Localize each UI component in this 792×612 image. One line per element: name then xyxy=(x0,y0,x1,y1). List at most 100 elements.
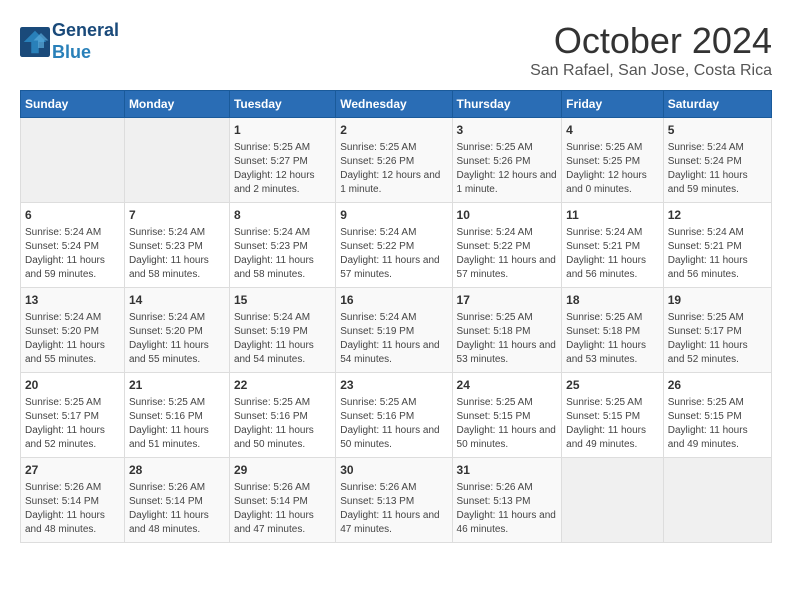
day-number: 7 xyxy=(129,207,225,224)
weekday-header: Wednesday xyxy=(336,91,452,118)
calendar-cell: 2Sunrise: 5:25 AMSunset: 5:26 PMDaylight… xyxy=(336,118,452,203)
calendar-cell: 9 Sunrise: 5:24 AMSunset: 5:22 PMDaylight… xyxy=(336,203,452,288)
day-info: Sunrise: 5:24 AMSunset: 5:22 PMDaylight:… xyxy=(340,226,447,282)
logo-icon xyxy=(20,27,50,57)
day-number: 27 xyxy=(25,462,120,479)
day-number: 20 xyxy=(25,377,120,394)
day-number: 2 xyxy=(340,122,447,139)
day-info: Sunrise: 5:26 AMSunset: 5:14 PMDaylight:… xyxy=(25,481,120,537)
calendar-cell: 13 Sunrise: 5:24 AMSunset: 5:20 PMDayligh… xyxy=(21,288,125,373)
day-number: 29 xyxy=(234,462,331,479)
calendar-cell: 11Sunrise: 5:24 AMSunset: 5:21 PMDayligh… xyxy=(562,203,664,288)
weekday-header: Sunday xyxy=(21,91,125,118)
calendar-cell: 21 Sunrise: 5:25 AMSunset: 5:16 PMDayligh… xyxy=(124,373,229,458)
day-info: Sunrise: 5:25 AMSunset: 5:17 PMDaylight:… xyxy=(668,311,767,367)
day-info: Sunrise: 5:26 AMSunset: 5:13 PMDaylight:… xyxy=(457,481,558,537)
calendar-cell: 20 Sunrise: 5:25 AMSunset: 5:17 PMDayligh… xyxy=(21,373,125,458)
day-info: Sunrise: 5:24 AMSunset: 5:24 PMDaylight:… xyxy=(25,226,120,282)
day-number: 22 xyxy=(234,377,331,394)
calendar-cell: 27 Sunrise: 5:26 AMSunset: 5:14 PMDayligh… xyxy=(21,458,125,543)
weekday-header: Thursday xyxy=(452,91,562,118)
day-info: Sunrise: 5:24 AMSunset: 5:20 PMDaylight:… xyxy=(25,311,120,367)
weekday-header: Friday xyxy=(562,91,664,118)
calendar-cell: 17Sunrise: 5:25 AMSunset: 5:18 PMDayligh… xyxy=(452,288,562,373)
calendar-cell xyxy=(663,458,771,543)
day-info: Sunrise: 5:24 AMSunset: 5:23 PMDaylight:… xyxy=(129,226,225,282)
day-info: Sunrise: 5:25 AMSunset: 5:15 PMDaylight:… xyxy=(457,396,558,452)
day-info: Sunrise: 5:25 AMSunset: 5:25 PMDaylight:… xyxy=(566,141,659,197)
weekday-header: Tuesday xyxy=(229,91,335,118)
calendar-cell: 14 Sunrise: 5:24 AMSunset: 5:20 PMDayligh… xyxy=(124,288,229,373)
calendar-table: SundayMondayTuesdayWednesdayThursdayFrid… xyxy=(20,90,772,543)
calendar-cell: 18Sunrise: 5:25 AMSunset: 5:18 PMDayligh… xyxy=(562,288,664,373)
day-number: 3 xyxy=(457,122,558,139)
day-info: Sunrise: 5:25 AMSunset: 5:17 PMDaylight:… xyxy=(25,396,120,452)
day-info: Sunrise: 5:25 AMSunset: 5:15 PMDaylight:… xyxy=(566,396,659,452)
day-number: 6 xyxy=(25,207,120,224)
location-subtitle: San Rafael, San Jose, Costa Rica xyxy=(530,62,772,80)
calendar-cell: 6 Sunrise: 5:24 AMSunset: 5:24 PMDaylight… xyxy=(21,203,125,288)
day-number: 11 xyxy=(566,207,659,224)
day-info: Sunrise: 5:24 AMSunset: 5:22 PMDaylight:… xyxy=(457,226,558,282)
weekday-header: Monday xyxy=(124,91,229,118)
day-number: 14 xyxy=(129,292,225,309)
calendar-cell: 31 Sunrise: 5:26 AMSunset: 5:13 PMDayligh… xyxy=(452,458,562,543)
day-info: Sunrise: 5:24 AMSunset: 5:19 PMDaylight:… xyxy=(234,311,331,367)
calendar-cell: 16 Sunrise: 5:24 AMSunset: 5:19 PMDayligh… xyxy=(336,288,452,373)
logo-text: General Blue xyxy=(52,20,119,63)
calendar-cell: 22 Sunrise: 5:25 AMSunset: 5:16 PMDayligh… xyxy=(229,373,335,458)
day-info: Sunrise: 5:25 AMSunset: 5:15 PMDaylight:… xyxy=(668,396,767,452)
calendar-week-row: 1Sunrise: 5:25 AMSunset: 5:27 PMDaylight… xyxy=(21,118,772,203)
day-info: Sunrise: 5:24 AMSunset: 5:24 PMDaylight:… xyxy=(668,141,767,197)
day-number: 9 xyxy=(340,207,447,224)
day-info: Sunrise: 5:26 AMSunset: 5:14 PMDaylight:… xyxy=(234,481,331,537)
calendar-cell xyxy=(21,118,125,203)
day-info: Sunrise: 5:25 AMSunset: 5:16 PMDaylight:… xyxy=(234,396,331,452)
day-info: Sunrise: 5:24 AMSunset: 5:20 PMDaylight:… xyxy=(129,311,225,367)
day-number: 21 xyxy=(129,377,225,394)
day-number: 30 xyxy=(340,462,447,479)
title-block: October 2024 San Rafael, San Jose, Costa… xyxy=(530,20,772,80)
day-info: Sunrise: 5:24 AMSunset: 5:23 PMDaylight:… xyxy=(234,226,331,282)
day-number: 15 xyxy=(234,292,331,309)
day-number: 19 xyxy=(668,292,767,309)
page-header: General Blue October 2024 San Rafael, Sa… xyxy=(20,20,772,80)
day-number: 13 xyxy=(25,292,120,309)
calendar-cell: 7 Sunrise: 5:24 AMSunset: 5:23 PMDaylight… xyxy=(124,203,229,288)
calendar-cell: 12Sunrise: 5:24 AMSunset: 5:21 PMDayligh… xyxy=(663,203,771,288)
calendar-week-row: 6 Sunrise: 5:24 AMSunset: 5:24 PMDaylight… xyxy=(21,203,772,288)
day-info: Sunrise: 5:25 AMSunset: 5:26 PMDaylight:… xyxy=(457,141,558,197)
day-info: Sunrise: 5:25 AMSunset: 5:16 PMDaylight:… xyxy=(129,396,225,452)
day-number: 31 xyxy=(457,462,558,479)
calendar-week-row: 20 Sunrise: 5:25 AMSunset: 5:17 PMDayligh… xyxy=(21,373,772,458)
day-number: 24 xyxy=(457,377,558,394)
calendar-cell: 4 Sunrise: 5:25 AMSunset: 5:25 PMDaylight… xyxy=(562,118,664,203)
weekday-header: Saturday xyxy=(663,91,771,118)
day-number: 8 xyxy=(234,207,331,224)
calendar-cell: 5Sunrise: 5:24 AMSunset: 5:24 PMDaylight… xyxy=(663,118,771,203)
calendar-week-row: 13 Sunrise: 5:24 AMSunset: 5:20 PMDayligh… xyxy=(21,288,772,373)
day-number: 28 xyxy=(129,462,225,479)
day-number: 26 xyxy=(668,377,767,394)
day-info: Sunrise: 5:24 AMSunset: 5:19 PMDaylight:… xyxy=(340,311,447,367)
calendar-cell: 26 Sunrise: 5:25 AMSunset: 5:15 PMDayligh… xyxy=(663,373,771,458)
calendar-cell: 8 Sunrise: 5:24 AMSunset: 5:23 PMDaylight… xyxy=(229,203,335,288)
calendar-cell: 10Sunrise: 5:24 AMSunset: 5:22 PMDayligh… xyxy=(452,203,562,288)
month-title: October 2024 xyxy=(530,20,772,62)
calendar-cell: 19 Sunrise: 5:25 AMSunset: 5:17 PMDayligh… xyxy=(663,288,771,373)
calendar-cell: 30 Sunrise: 5:26 AMSunset: 5:13 PMDayligh… xyxy=(336,458,452,543)
day-info: Sunrise: 5:26 AMSunset: 5:14 PMDaylight:… xyxy=(129,481,225,537)
day-number: 4 xyxy=(566,122,659,139)
day-info: Sunrise: 5:25 AMSunset: 5:27 PMDaylight:… xyxy=(234,141,331,197)
calendar-cell: 23 Sunrise: 5:25 AMSunset: 5:16 PMDayligh… xyxy=(336,373,452,458)
day-number: 16 xyxy=(340,292,447,309)
day-number: 23 xyxy=(340,377,447,394)
day-info: Sunrise: 5:26 AMSunset: 5:13 PMDaylight:… xyxy=(340,481,447,537)
calendar-week-row: 27 Sunrise: 5:26 AMSunset: 5:14 PMDayligh… xyxy=(21,458,772,543)
calendar-cell: 28 Sunrise: 5:26 AMSunset: 5:14 PMDayligh… xyxy=(124,458,229,543)
calendar-cell: 29 Sunrise: 5:26 AMSunset: 5:14 PMDayligh… xyxy=(229,458,335,543)
day-number: 17 xyxy=(457,292,558,309)
calendar-header-row: SundayMondayTuesdayWednesdayThursdayFrid… xyxy=(21,91,772,118)
calendar-cell: 25Sunrise: 5:25 AMSunset: 5:15 PMDayligh… xyxy=(562,373,664,458)
day-info: Sunrise: 5:25 AMSunset: 5:16 PMDaylight:… xyxy=(340,396,447,452)
